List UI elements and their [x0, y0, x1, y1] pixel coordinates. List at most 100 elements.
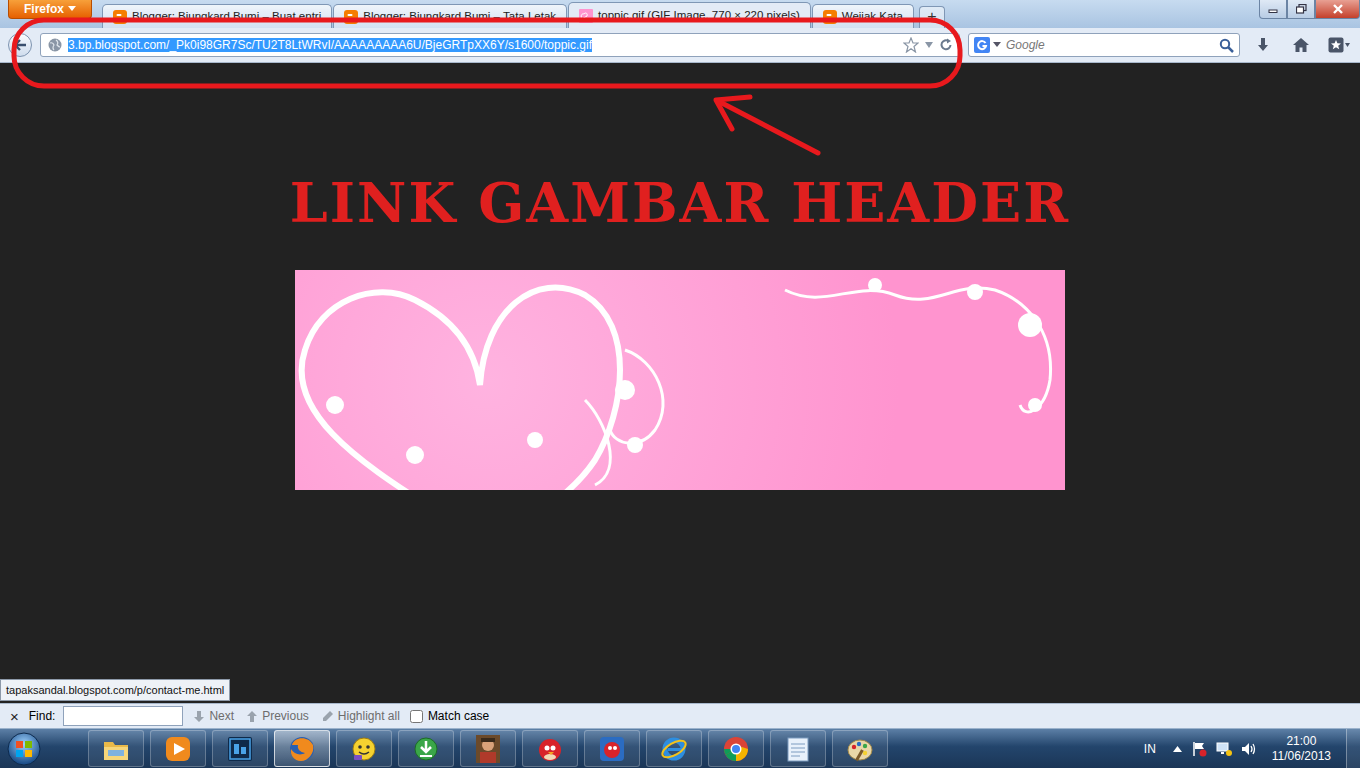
close-window-button[interactable]: [1315, 0, 1360, 19]
volume-button[interactable]: [1241, 741, 1257, 757]
navigation-toolbar: 3.bp.blogspot.com/_Pk0i98GR7Sc/TU2T8LtWR…: [0, 28, 1360, 63]
taskbar-app[interactable]: [460, 730, 516, 767]
angrybirds-rio-icon: [598, 735, 626, 763]
clock-time: 21:00: [1286, 734, 1316, 749]
download-arrow-icon: [1255, 37, 1271, 53]
taskbar-app[interactable]: [522, 730, 578, 767]
tab-label: Wejiak Kata: [842, 8, 903, 25]
ie-icon: [660, 735, 688, 763]
taskbar-app[interactable]: [336, 730, 392, 767]
action-center-button[interactable]: [1191, 741, 1207, 757]
browser-tab[interactable]: Blogger: Bjungkard Bumi – Buat entri: [102, 4, 332, 28]
blogger-favicon-icon: [823, 10, 837, 24]
taskbar-app[interactable]: [584, 730, 640, 767]
taskbar-app[interactable]: [832, 730, 888, 767]
show-desktop-button[interactable]: [1346, 729, 1360, 768]
download-icon: [412, 735, 440, 763]
taskbar-app[interactable]: [708, 730, 764, 767]
taskbar-app[interactable]: [88, 730, 144, 767]
pinned-apps: [88, 730, 888, 767]
url-text: 3.bp.blogspot.com/_Pk0i98GR7Sc/TU2T8LtWR…: [68, 38, 592, 52]
image-favicon-icon: [579, 9, 593, 23]
tab-label: toppic.gif (GIF Image, 770 × 220 pixels): [598, 7, 800, 24]
notes-icon: [784, 735, 812, 763]
taskbar-app[interactable]: [212, 730, 268, 767]
bookmark-star-icon: [903, 37, 919, 53]
restore-button[interactable]: [1287, 0, 1315, 19]
find-bar: ×Find:NextPreviousHighlight allMatch cas…: [0, 703, 1360, 728]
close-find-bar-button[interactable]: ×: [8, 709, 21, 724]
reload-icon: [939, 38, 953, 52]
tab-label: Blogger: Bjungkard Bumi – Buat entri: [132, 8, 321, 25]
taskbar-app[interactable]: [770, 730, 826, 767]
language-indicator[interactable]: IN: [1144, 740, 1156, 758]
match-case-option[interactable]: Match case: [410, 707, 489, 725]
window-controls: [1259, 0, 1360, 19]
close-icon: [1332, 4, 1344, 14]
match-case-checkbox[interactable]: [410, 710, 423, 723]
taskbar: IN 21:0011/06/2013: [0, 728, 1360, 768]
down-arrow-icon: [193, 710, 205, 723]
game-icon: [474, 734, 502, 764]
browser-window: Firefox Blogger: Bjungkard Bumi – Buat en…: [0, 0, 1360, 768]
home-button[interactable]: [1286, 32, 1316, 58]
google-engine-icon: [974, 37, 990, 53]
magnifier-icon: [1219, 38, 1234, 53]
tab-list: Blogger: Bjungkard Bumi – Buat entri Blog…: [102, 2, 945, 28]
angrybirds-icon: [536, 735, 564, 763]
restore-icon: [1296, 4, 1307, 14]
minimize-button[interactable]: [1259, 0, 1287, 19]
url-selection: 3.bp.blogspot.com/_Pk0i98GR7Sc/TU2T8LtWR…: [68, 38, 592, 52]
network-button[interactable]: [1216, 741, 1232, 757]
search-box[interactable]: [968, 33, 1240, 57]
system-tray: IN 21:0011/06/2013: [1144, 729, 1360, 768]
page-heading: LINK GAMBAR HEADER: [290, 171, 1070, 236]
status-link-preview: tapaksandal.blogspot.com/p/contact-me.ht…: [0, 679, 230, 702]
search-input[interactable]: [1004, 36, 1216, 54]
find-button-label: Highlight all: [338, 707, 400, 725]
find-button-label: Next: [209, 707, 234, 725]
browser-tab[interactable]: Blogger: Bjungkard Bumi – Tata Letak: [333, 4, 567, 28]
back-button[interactable]: [8, 33, 32, 57]
show-hidden-icons-button[interactable]: [1173, 746, 1182, 752]
browser-tab[interactable]: Wejiak Kata: [812, 4, 914, 28]
red-annotation: [0, 0, 1360, 768]
bookmarks-star-icon: [1328, 37, 1350, 53]
globe-icon: [47, 37, 63, 53]
explorer-icon: [102, 736, 130, 762]
address-bar[interactable]: 3.bp.blogspot.com/_Pk0i98GR7Sc/TU2T8LtWR…: [40, 33, 960, 57]
taskbar-app[interactable]: [150, 730, 206, 767]
browser-tab[interactable]: toppic.gif (GIF Image, 770 × 220 pixels): [568, 2, 811, 28]
media-icon: [164, 735, 192, 763]
find-next-button[interactable]: Next: [191, 707, 236, 725]
windows-logo-icon: [6, 731, 42, 767]
history-dropdown-icon: [924, 41, 934, 49]
blogger-favicon-icon: [344, 10, 358, 24]
taskbar-app[interactable]: [274, 730, 330, 767]
paint-icon: [846, 735, 874, 763]
start-button[interactable]: [4, 730, 44, 768]
bookmarks-button[interactable]: [1324, 32, 1354, 58]
taskbar-app[interactable]: [398, 730, 454, 767]
header-image: [295, 270, 1065, 490]
chrome-icon: [722, 735, 750, 763]
engine-dropdown-icon: [993, 42, 1001, 48]
firefox-icon: [288, 735, 316, 763]
firefox-menu-button[interactable]: Firefox: [8, 0, 92, 19]
find-input[interactable]: [63, 706, 183, 726]
downloads-button[interactable]: [1248, 32, 1278, 58]
up-triangle-icon: [1173, 746, 1182, 752]
home-icon: [1292, 37, 1310, 53]
clock[interactable]: 21:0011/06/2013: [1266, 734, 1337, 764]
tab-label: Blogger: Bjungkard Bumi – Tata Letak: [363, 8, 556, 25]
taskbar-app[interactable]: [646, 730, 702, 767]
back-arrow-icon: [13, 39, 27, 51]
new-tab-button[interactable]: +: [919, 6, 945, 28]
dropdown-arrow-icon: [68, 6, 76, 12]
clock-date: 11/06/2013: [1272, 749, 1331, 764]
find-highlight-button[interactable]: Highlight all: [319, 707, 402, 725]
find-previous-button[interactable]: Previous: [244, 707, 311, 725]
match-case-label: Match case: [428, 707, 489, 725]
flag-icon: [1191, 741, 1207, 757]
network-icon: [1216, 741, 1232, 757]
